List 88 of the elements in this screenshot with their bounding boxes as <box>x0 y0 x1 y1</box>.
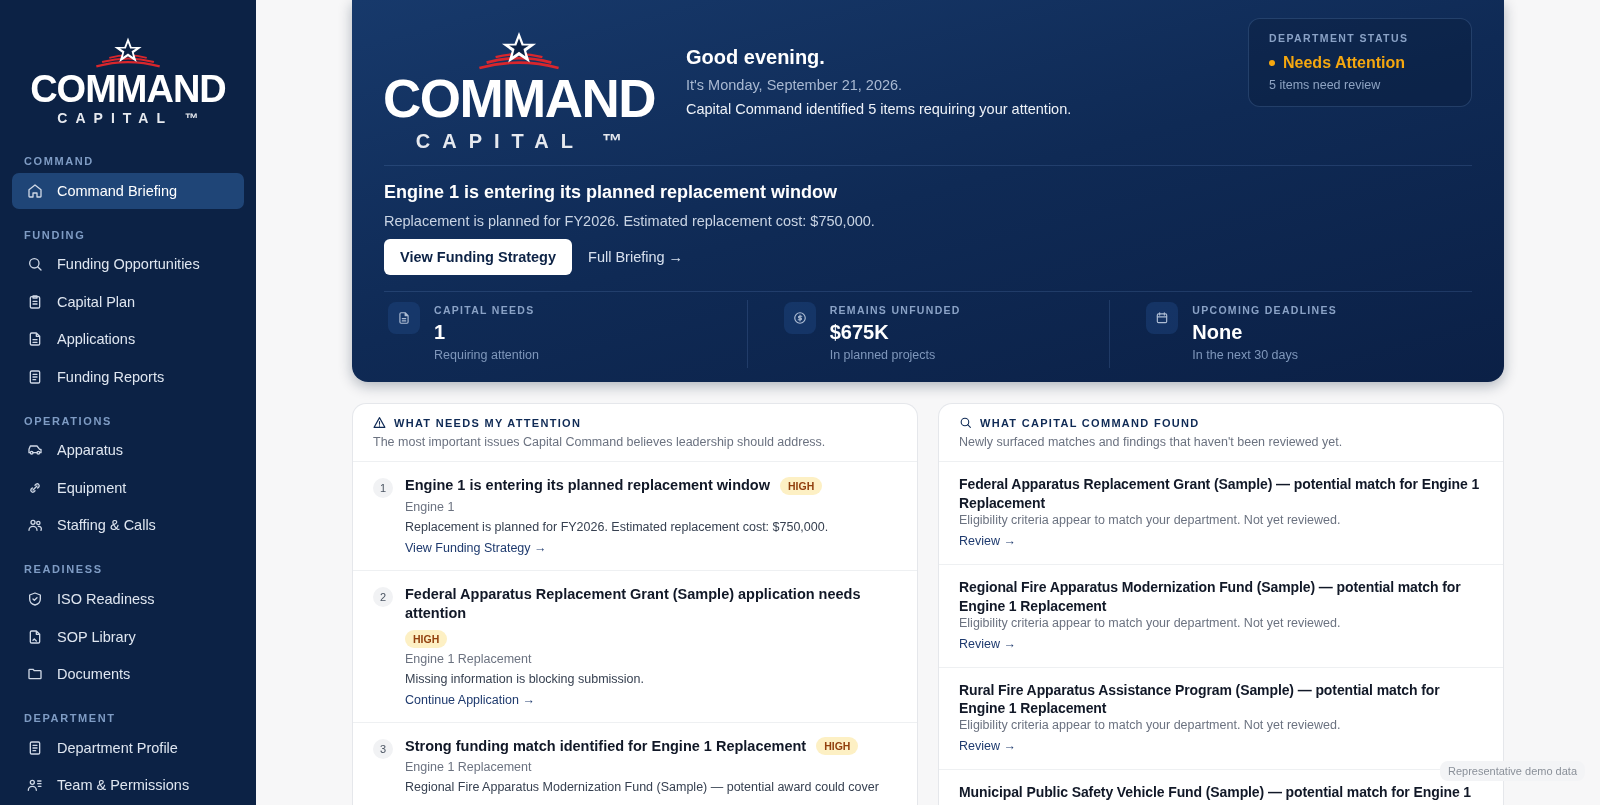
stat-label: UPCOMING DEADLINES <box>1192 304 1338 316</box>
priority-badge: HIGH <box>405 629 448 648</box>
date-text: It's Monday, September 21, 2026. <box>686 77 904 93</box>
dollar-icon <box>792 311 807 325</box>
logo-wordmark: COMMAND <box>30 70 226 108</box>
card-title: WHAT NEEDS MY ATTENTION <box>394 416 582 429</box>
demo-data-tag: Representative demo data <box>1439 761 1585 781</box>
status-detail: 5 items need review <box>1269 78 1382 92</box>
nav-item[interactable]: Applications <box>12 321 244 358</box>
nav-item[interactable]: Funding Reports <box>12 359 244 395</box>
nav-item[interactable]: Documents <box>12 656 244 692</box>
nav-item[interactable]: Capital Plan <box>12 284 244 320</box>
finding-title: Federal Apparatus Replacement Grant (Sample) — potential match for Engine 1 Replacement <box>959 475 1481 513</box>
review-link[interactable]: Review → <box>959 739 1016 754</box>
stat-value: $675K <box>829 321 890 344</box>
item-title: Engine 1 is entering its planned replacement window <box>405 476 770 495</box>
alert-title: Engine 1 is entering its planned replacement window <box>384 182 839 203</box>
stat-value: 1 <box>434 321 447 344</box>
stat-value: None <box>1192 321 1244 344</box>
finding-title: Rural Fire Apparatus Assistance Program (Sample) — potential match for Engine 1 Replacement <box>959 680 1441 719</box>
review-link[interactable]: Review → <box>959 533 1016 548</box>
nav-item[interactable]: ISO Readiness <box>12 581 244 617</box>
nav-section-label: FUNDING <box>23 228 87 241</box>
card-subtitle: Newly surfaced matches and findings that haven't been reviewed yet. <box>959 435 1344 449</box>
alert-detail: Replacement is planned for FY2026. Estimated replacement cost: $750,000. <box>384 213 876 229</box>
nav-item[interactable]: Funding Opportunities <box>12 246 244 283</box>
item-detail: Missing information is blocking submission. <box>405 671 645 686</box>
search-icon <box>27 256 43 273</box>
report-icon <box>27 368 43 385</box>
card-title: WHAT CAPITAL COMMAND FOUND <box>980 416 1200 429</box>
nav-item[interactable]: Team & Permissions <box>12 767 244 803</box>
nav-section-label: COMMAND <box>23 155 95 167</box>
status-label: DEPARTMENT STATUS <box>1269 32 1410 44</box>
people-icon <box>27 517 43 534</box>
nav-item[interactable]: Command Briefing <box>12 173 244 209</box>
item-detail: Regional Fire Apparatus Modernization Fund (Sample) — potential award could cover <box>405 780 880 795</box>
home-icon <box>27 182 43 199</box>
people-icon <box>27 777 43 794</box>
nav-section-label: READINESS <box>23 563 104 576</box>
action-link[interactable]: Continue Application → <box>405 692 535 707</box>
stat-note: In planned projects <box>829 348 937 362</box>
item-title: Strong funding match identified for Engine 1 Replacement <box>405 736 807 756</box>
nav-item[interactable]: SOP Library <box>12 618 244 655</box>
full-briefing-link[interactable]: Full Briefing → <box>588 249 684 265</box>
nav-item[interactable]: Staffing & Calls <box>12 507 244 544</box>
logo-subtitle: CAPITAL ™ <box>414 131 635 151</box>
document-icon <box>27 628 43 645</box>
action-link[interactable]: View Funding Strategy → <box>405 540 547 555</box>
item-subject: Engine 1 Replacement <box>405 651 533 666</box>
item-number: 2 <box>373 586 393 607</box>
finding-title: Municipal Public Safety Vehicle Fund (Sample) — potential match for Engine 1 <box>959 783 1473 803</box>
calendar-icon <box>1155 311 1170 325</box>
stat-note: In the next 30 days <box>1192 348 1299 362</box>
finding-detail: Eligibility criteria appear to match your department. Not yet reviewed. <box>959 718 1342 733</box>
stat-label: CAPITAL NEEDS <box>434 304 536 316</box>
item-number: 1 <box>373 478 393 498</box>
warning-icon <box>373 416 386 429</box>
review-link[interactable]: Review → <box>959 636 1016 651</box>
view-funding-strategy-button[interactable]: View Funding Strategy <box>384 239 573 275</box>
item-detail: Replacement is planned for FY2026. Estimated replacement cost: $750,000. <box>405 519 830 534</box>
shield-icon <box>27 591 43 607</box>
priority-badge: HIGH <box>780 476 823 495</box>
priority-badge: HIGH <box>816 737 859 756</box>
stat-label: REMAINS UNFUNDED <box>829 304 961 316</box>
finding-title: Regional Fire Apparatus Modernization Fund (Sample) — potential match for Engine 1 Replacement <box>959 577 1462 616</box>
nav-item[interactable]: Apparatus <box>12 432 244 469</box>
summary-text: Capital Command identified 5 items requiring your attention. <box>686 101 1073 117</box>
stat-note: Requiring attention <box>434 348 539 362</box>
card-subtitle: The most important issues Capital Command believes leadership should address. <box>373 435 827 449</box>
document-icon <box>27 331 43 348</box>
status-value: Needs Attention <box>1283 54 1406 72</box>
nav-item[interactable]: Equipment <box>12 470 244 506</box>
logo-subtitle: CAPITAL ™ <box>56 111 207 125</box>
clipboard-icon <box>27 293 43 310</box>
greeting: Good evening. <box>686 46 826 69</box>
logo-wordmark: COMMAND <box>382 72 656 125</box>
report-icon <box>27 739 43 756</box>
item-subject: Engine 1 Replacement <box>405 760 533 775</box>
nav-item[interactable]: Department Profile <box>12 729 244 766</box>
search-icon <box>959 416 972 429</box>
document-icon <box>397 311 411 325</box>
item-number: 3 <box>373 738 393 759</box>
nav-section-label: DEPARTMENT <box>23 711 117 724</box>
finding-detail: Eligibility criteria appear to match your department. Not yet reviewed. <box>959 512 1342 527</box>
finding-detail: Eligibility criteria appear to match your department. Not yet reviewed. <box>959 615 1342 630</box>
item-subject: Engine 1 <box>405 499 456 514</box>
item-title: Federal Apparatus Replacement Grant (Sample) application needs attention <box>405 584 862 624</box>
nav-section-label: OPERATIONS <box>23 414 113 427</box>
